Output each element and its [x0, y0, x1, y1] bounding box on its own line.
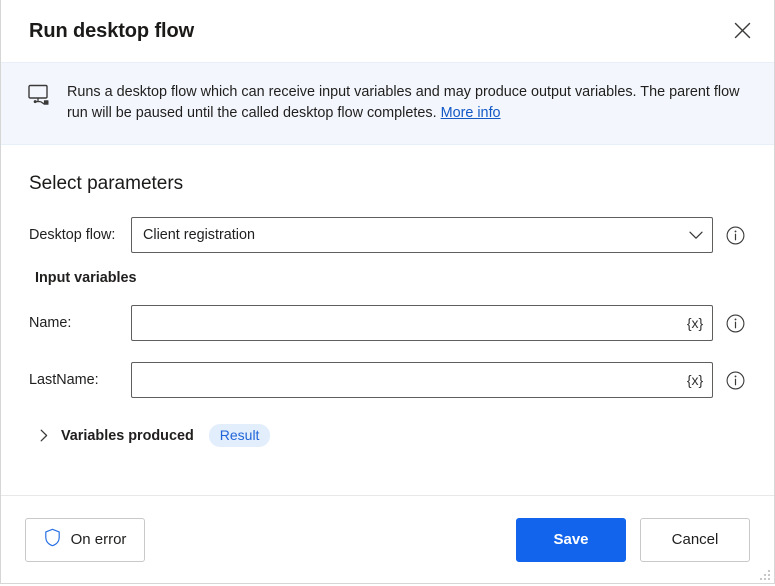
run-desktop-flow-dialog: Run desktop flow Runs a desktop flow whi… — [0, 0, 775, 584]
lastname-input[interactable]: {x} — [131, 362, 713, 398]
variables-produced-section[interactable]: Variables produced Result — [36, 424, 750, 447]
desktop-flow-value: Client registration — [143, 227, 255, 243]
info-icon[interactable] — [725, 313, 745, 333]
save-button[interactable]: Save — [516, 517, 626, 562]
on-error-button[interactable]: On error — [25, 517, 145, 562]
info-banner: Runs a desktop flow which can receive in… — [1, 62, 774, 145]
banner-text: Runs a desktop flow which can receive in… — [67, 82, 750, 124]
insert-variable-icon[interactable]: {x} — [678, 363, 712, 397]
desktop-flow-select[interactable]: Client registration — [131, 217, 713, 253]
variables-produced-label[interactable]: Variables produced — [61, 427, 194, 445]
info-icon[interactable] — [725, 225, 745, 245]
close-button[interactable] — [724, 13, 760, 47]
chevron-down-icon[interactable] — [680, 218, 712, 252]
info-icon[interactable] — [725, 370, 745, 390]
input-variable-row-lastname: LastName: {x} — [29, 362, 750, 398]
on-error-label: On error — [70, 531, 127, 548]
insert-variable-icon[interactable]: {x} — [678, 306, 712, 340]
section-title: Select parameters — [29, 173, 184, 194]
input-variable-row-name: Name: {x} — [29, 305, 750, 341]
status-badge[interactable]: Result — [208, 424, 271, 447]
shield-icon — [44, 528, 61, 551]
dialog-titlebar: Run desktop flow — [1, 0, 774, 62]
desktop-flow-row: Desktop flow: Client registration — [29, 217, 750, 253]
name-input[interactable]: {x} — [131, 305, 713, 341]
lastname-field-label: LastName: — [29, 372, 99, 388]
dialog-footer: On error Save Cancel — [1, 495, 774, 583]
input-variables-title: Input variables — [35, 270, 137, 286]
resize-grip-icon[interactable] — [759, 568, 771, 580]
cancel-button[interactable]: Cancel — [640, 517, 750, 562]
banner-description: Runs a desktop flow which can receive in… — [67, 84, 740, 121]
chevron-right-icon[interactable] — [36, 428, 52, 444]
desktop-flow-label: Desktop flow: — [29, 227, 116, 243]
desktop-flow-icon — [28, 84, 54, 108]
close-icon — [734, 22, 751, 39]
name-field-label: Name: — [29, 315, 72, 331]
dialog-body: Select parameters Desktop flow: Client r… — [1, 145, 774, 495]
page-title: Run desktop flow — [29, 20, 195, 42]
more-info-link[interactable]: More info — [441, 105, 501, 121]
